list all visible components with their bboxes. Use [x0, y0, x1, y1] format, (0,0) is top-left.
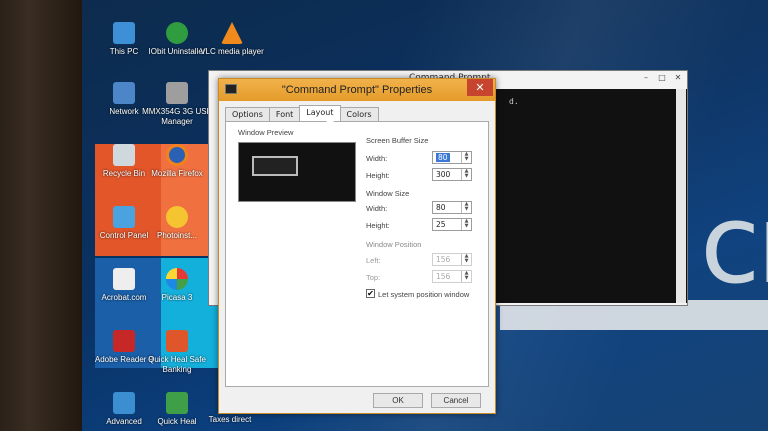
desktop-icon-taxes[interactable]: Taxes direct [190, 415, 270, 425]
window-position-label: Window Position [366, 240, 422, 249]
spin-arrows-icon[interactable]: ▲ ▼ [461, 152, 471, 163]
cmd-text: d. [509, 97, 519, 106]
let-system-position-label: Let system position window [378, 290, 470, 299]
window-size-label: Window Size [366, 189, 410, 198]
desktop-icon-quickheal-banking[interactable]: Quick Heal Safe Banking [137, 330, 217, 375]
window-width-value: 80 [436, 203, 446, 212]
desktop-icon-label: This PC [109, 47, 139, 56]
tab-layout[interactable]: Layout [299, 105, 341, 121]
network-icon [113, 82, 135, 104]
spin-arrows-icon: ▲ ▼ [461, 254, 471, 265]
buffer-height-label: Height: [366, 171, 390, 180]
minimize-icon[interactable]: – [639, 73, 653, 83]
photo-icon [166, 206, 188, 228]
screen-buffer-size-label: Screen Buffer Size [366, 136, 429, 145]
dialog-title: "Command Prompt" Properties [281, 84, 433, 96]
vlc-icon [221, 22, 243, 44]
cmd-scrollbar[interactable] [676, 89, 686, 303]
desktop-icon-vlc[interactable]: VLC media player [192, 22, 272, 57]
monitor-bezel [0, 0, 84, 431]
preview-window-outline [252, 156, 298, 176]
tab-options[interactable]: Options [225, 107, 270, 121]
acrobat-icon [113, 268, 135, 290]
firefox-icon [166, 144, 188, 166]
position-top-value: 156 [436, 272, 451, 281]
let-system-position-checkbox[interactable]: ✔ [366, 289, 375, 298]
picasa-icon [166, 268, 188, 290]
buffer-width-value: 80 [436, 153, 450, 162]
desktop-icon-photoinstaller[interactable]: Photoinst... [137, 206, 217, 241]
quickheal-banking-icon [166, 330, 188, 352]
iobit-icon [166, 22, 188, 44]
dialog-titlebar[interactable]: "Command Prompt" Properties ✕ [219, 79, 495, 101]
window-height-stepper[interactable]: 25 ▲ ▼ [432, 218, 472, 231]
position-left-label: Left: [366, 256, 381, 265]
ok-button[interactable]: OK [373, 393, 423, 408]
properties-dialog: "Command Prompt" Properties ✕ Options Fo… [218, 78, 496, 414]
dialog-tabs: Options Font Layout Colors [225, 105, 379, 122]
desktop-icon-label: Mozilla Firefox [151, 169, 203, 178]
tab-font[interactable]: Font [268, 107, 301, 121]
window-width-stepper[interactable]: 80 ▲ ▼ [432, 201, 472, 214]
window-height-value: 25 [436, 220, 446, 229]
spin-arrows-icon[interactable]: ▲ ▼ [461, 202, 471, 213]
spin-arrows-icon[interactable]: ▲ ▼ [461, 219, 471, 230]
recycle-bin-icon [113, 144, 135, 166]
tab-colors[interactable]: Colors [339, 107, 379, 121]
position-top-stepper: 156 ▲ ▼ [432, 270, 472, 283]
buffer-height-value: 300 [436, 170, 451, 179]
buffer-width-label: Width: [366, 154, 388, 163]
buffer-width-stepper[interactable]: 80 ▲ ▼ [432, 151, 472, 164]
desktop-icon-label: Photoinst... [156, 231, 198, 240]
desktop-icon-label: Taxes direct [208, 415, 252, 424]
adobe-reader-icon [113, 330, 135, 352]
layout-panel: Window Preview Screen Buffer Size Width:… [225, 121, 489, 387]
desktop-icon-firefox[interactable]: Mozilla Firefox [137, 144, 217, 179]
advanced-icon [113, 392, 135, 414]
position-left-stepper: 156 ▲ ▼ [432, 253, 472, 266]
position-left-value: 156 [436, 255, 451, 264]
cancel-button[interactable]: Cancel [431, 393, 481, 408]
background-lettering: cr [700, 180, 768, 308]
desktop-icon-label: Quick Heal Safe Banking [148, 355, 206, 374]
spin-arrows-icon[interactable]: ▲ ▼ [461, 169, 471, 180]
usb-manager-icon [166, 82, 188, 104]
spin-arrows-icon: ▲ ▼ [461, 271, 471, 282]
position-top-label: Top: [366, 273, 381, 282]
window-preview-label: Window Preview [238, 128, 294, 137]
close-icon[interactable]: ✕ [671, 73, 685, 83]
buffer-height-stepper[interactable]: 300 ▲ ▼ [432, 168, 472, 181]
window-width-label: Width: [366, 204, 388, 213]
dialog-close-button[interactable]: ✕ [467, 79, 493, 96]
window-height-label: Height: [366, 221, 390, 230]
desktop-icon-label: MMX354G 3G USB Manager [142, 107, 212, 126]
desktop-icon-label: VLC media player [200, 47, 264, 56]
control-panel-icon [113, 206, 135, 228]
desktop-icon-label: Picasa 3 [161, 293, 193, 302]
maximize-icon[interactable]: □ [655, 73, 669, 83]
desktop-icon-label: Network [109, 107, 139, 116]
quickheal-icon [166, 392, 188, 414]
window-preview [238, 142, 356, 202]
desktop-icon-picasa[interactable]: Picasa 3 [137, 268, 217, 303]
desktop-icon-usb-manager[interactable]: MMX354G 3G USB Manager [137, 82, 217, 127]
computer-icon [113, 22, 135, 44]
